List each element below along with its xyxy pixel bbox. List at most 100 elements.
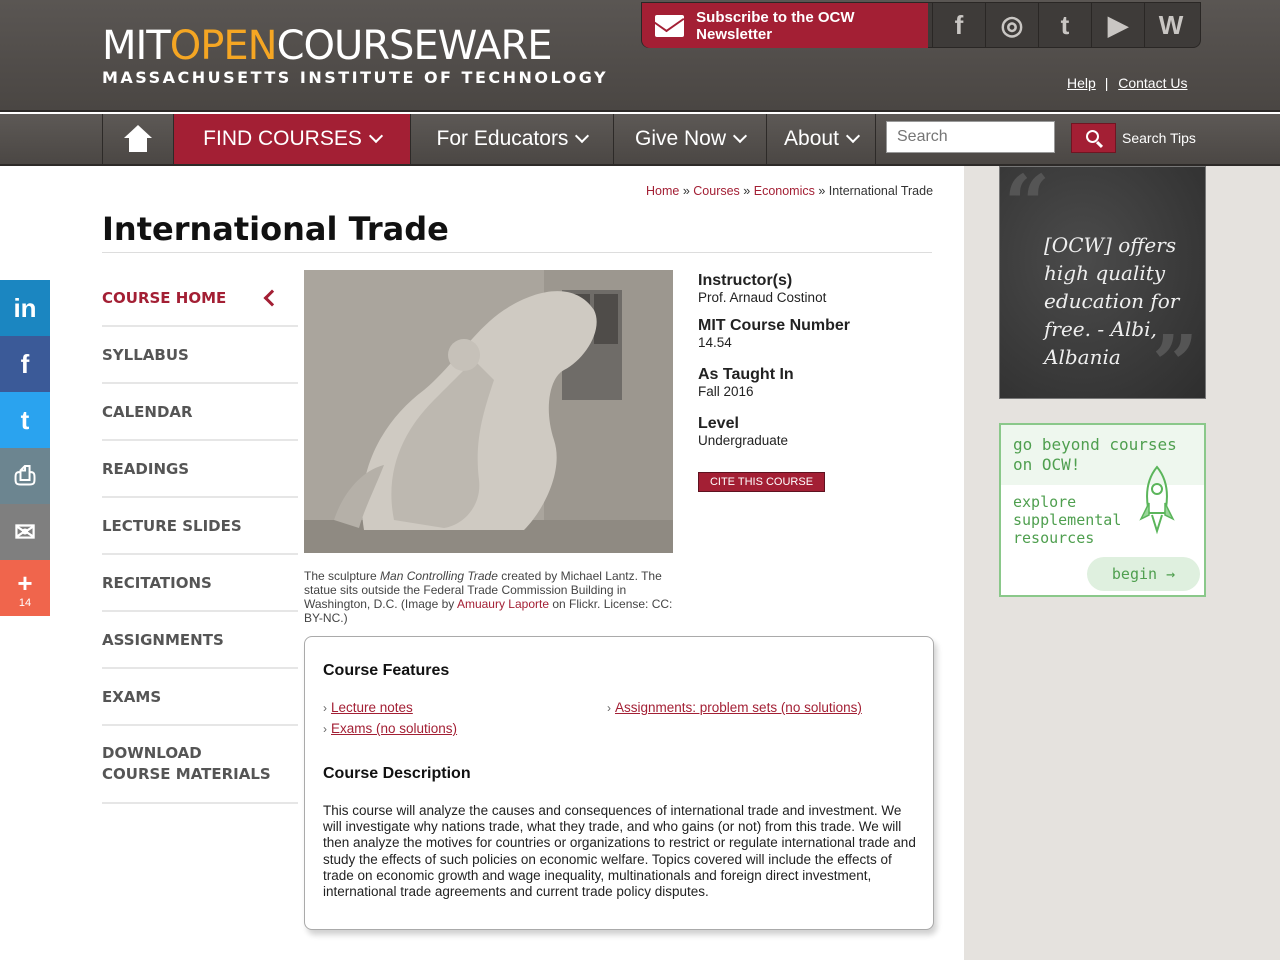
course-info: Instructor(s) Prof. Arnaud Costinot MIT … bbox=[698, 272, 938, 448]
search-tips-link[interactable]: Search Tips bbox=[1122, 130, 1196, 146]
logo-subtitle: MASSACHUSETTS INSTITUTE OF TECHNOLOGY bbox=[102, 68, 609, 87]
chevron-down-icon bbox=[368, 128, 383, 144]
course-description-heading: Course Description bbox=[323, 765, 471, 782]
caption-artwork-title: Man Controlling Trade bbox=[380, 569, 498, 583]
course-features-box: Course Features › Lecture notes › Exams (n… bbox=[304, 636, 934, 930]
course-nav-label: CALENDAR bbox=[102, 402, 193, 421]
nav-find-courses[interactable]: FIND COURSES bbox=[173, 114, 410, 164]
chevron-right-icon: › bbox=[323, 701, 327, 715]
print-button[interactable]: ⎙ bbox=[0, 448, 50, 504]
email-icon: ✉ bbox=[14, 516, 36, 547]
begin-button[interactable]: begin → bbox=[1087, 557, 1200, 591]
course-nav: COURSE HOME SYLLABUS CALENDAR READINGS L… bbox=[102, 270, 298, 804]
ocw-logo[interactable]: MITOPENCOURSEWARE MASSACHUSETTS INSTITUT… bbox=[102, 24, 608, 87]
promo-subtitle: explore supplemental resources bbox=[1013, 493, 1122, 547]
subscribe-social-bar: Subscribe to the OCW Newsletter f ◎ t ▶ … bbox=[641, 2, 1201, 48]
feature-item: › Lecture notes bbox=[323, 700, 413, 715]
chevron-down-icon bbox=[732, 128, 748, 144]
course-nav-exams[interactable]: EXAMS bbox=[102, 669, 298, 726]
facebook-icon: f bbox=[20, 348, 30, 379]
nav-give-now[interactable]: Give Now bbox=[613, 114, 766, 164]
breadcrumb-home[interactable]: Home bbox=[646, 184, 679, 198]
search-input[interactable] bbox=[886, 121, 1055, 153]
course-number-value: 14.54 bbox=[698, 335, 732, 350]
contact-link[interactable]: Contact Us bbox=[1118, 75, 1187, 91]
search-icon bbox=[1085, 130, 1099, 143]
twitter-share-button[interactable]: t bbox=[0, 392, 50, 448]
chevron-down-icon bbox=[575, 128, 590, 144]
course-nav-label: RECITATIONS bbox=[102, 573, 212, 592]
sculpture-illustration bbox=[304, 270, 673, 553]
course-nav-assignments[interactable]: ASSIGNMENTS bbox=[102, 612, 298, 669]
more-share-button[interactable]: +14 bbox=[0, 560, 50, 616]
breadcrumb-economics[interactable]: Economics bbox=[754, 184, 815, 198]
feature-link-assignments[interactable]: Assignments: problem sets (no solutions) bbox=[615, 700, 862, 715]
nav-for-educators-label: For Educators bbox=[436, 127, 569, 150]
facebook-icon[interactable]: f bbox=[932, 3, 985, 48]
linkedin-share-button[interactable]: in bbox=[0, 280, 50, 336]
page-title: International Trade bbox=[102, 210, 449, 248]
breadcrumb-separator: » bbox=[682, 184, 690, 198]
nav-home[interactable] bbox=[102, 114, 173, 164]
course-nav-label: DOWNLOAD COURSE MATERIALS bbox=[102, 744, 271, 783]
nav-about-label: About bbox=[784, 127, 839, 150]
email-share-button[interactable]: ✉ bbox=[0, 504, 50, 560]
plus-icon: + bbox=[17, 567, 33, 598]
course-nav-syllabus[interactable]: SYLLABUS bbox=[102, 327, 298, 384]
share-count: 14 bbox=[18, 596, 32, 609]
linkedin-icon: in bbox=[13, 292, 37, 323]
instructor-value: Prof. Arnaud Costinot bbox=[698, 290, 827, 305]
home-icon bbox=[123, 125, 153, 153]
course-nav-download[interactable]: DOWNLOAD COURSE MATERIALS bbox=[102, 726, 298, 804]
course-nav-label: LECTURE SLIDES bbox=[102, 516, 242, 535]
course-nav-recitations[interactable]: RECITATIONS bbox=[102, 555, 298, 612]
instagram-icon[interactable]: ◎ bbox=[985, 3, 1038, 48]
header-link-separator: | bbox=[1104, 75, 1109, 91]
taught-in-value: Fall 2016 bbox=[698, 384, 754, 399]
course-nav-lecture-slides[interactable]: LECTURE SLIDES bbox=[102, 498, 298, 555]
main-nav: FIND COURSES For Educators Give Now Abou… bbox=[0, 114, 1280, 166]
breadcrumb-separator: » bbox=[743, 184, 751, 198]
facebook-share-button[interactable]: f bbox=[0, 336, 50, 392]
subscribe-newsletter-button[interactable]: Subscribe to the OCW Newsletter bbox=[642, 3, 928, 48]
course-nav-readings[interactable]: READINGS bbox=[102, 441, 298, 498]
caption-photographer-link[interactable]: Amuaury Laporte bbox=[457, 597, 549, 611]
close-quote-icon: ” bbox=[1152, 317, 1199, 411]
header-links: Help | Contact Us bbox=[1067, 75, 1187, 91]
feature-link-exams[interactable]: Exams (no solutions) bbox=[331, 721, 457, 736]
feature-item: › Exams (no solutions) bbox=[323, 721, 457, 736]
search-button[interactable] bbox=[1071, 123, 1116, 153]
cite-course-button[interactable]: CITE THIS COURSE bbox=[698, 472, 825, 492]
level-label: Level bbox=[698, 415, 739, 432]
chevron-right-icon: › bbox=[607, 701, 611, 715]
wordpress-icon[interactable]: W bbox=[1144, 3, 1197, 48]
twitter-icon[interactable]: t bbox=[1038, 3, 1091, 48]
nav-give-now-label: Give Now bbox=[634, 127, 727, 150]
feature-link-lecture-notes[interactable]: Lecture notes bbox=[331, 700, 413, 715]
subscribe-label: Subscribe to the OCW Newsletter bbox=[696, 8, 855, 43]
course-nav-label: EXAMS bbox=[102, 687, 162, 706]
twitter-icon: t bbox=[20, 404, 30, 435]
course-image bbox=[304, 270, 673, 553]
image-caption: The sculpture Man Controlling Trade crea… bbox=[304, 569, 676, 625]
site-header: MITOPENCOURSEWARE MASSACHUSETTS INSTITUT… bbox=[0, 0, 1280, 112]
course-nav-label: ASSIGNMENTS bbox=[102, 630, 224, 649]
breadcrumb-courses[interactable]: Courses bbox=[693, 184, 740, 198]
help-link[interactable]: Help bbox=[1067, 75, 1096, 91]
course-features-heading: Course Features bbox=[323, 662, 450, 679]
breadcrumb: Home » Courses » Economics » Internation… bbox=[646, 184, 933, 198]
rocket-icon bbox=[1139, 465, 1175, 535]
nav-for-educators[interactable]: For Educators bbox=[410, 114, 613, 164]
course-nav-label: READINGS bbox=[102, 459, 190, 478]
course-description: This course will analyze the causes and … bbox=[323, 803, 916, 900]
instructor-label: Instructor(s) bbox=[698, 272, 793, 289]
nav-find-courses-label: FIND COURSES bbox=[203, 127, 362, 150]
youtube-icon[interactable]: ▶ bbox=[1091, 3, 1144, 48]
chevron-right-icon: › bbox=[323, 722, 327, 736]
course-nav-calendar[interactable]: CALENDAR bbox=[102, 384, 298, 441]
go-beyond-promo[interactable]: go beyond courses on OCW! explore supple… bbox=[999, 423, 1206, 597]
nav-about[interactable]: About bbox=[766, 114, 876, 164]
feature-item: › Assignments: problem sets (no solutions… bbox=[607, 700, 862, 715]
course-nav-home[interactable]: COURSE HOME bbox=[102, 270, 298, 327]
social-links: f ◎ t ▶ W bbox=[932, 3, 1197, 48]
